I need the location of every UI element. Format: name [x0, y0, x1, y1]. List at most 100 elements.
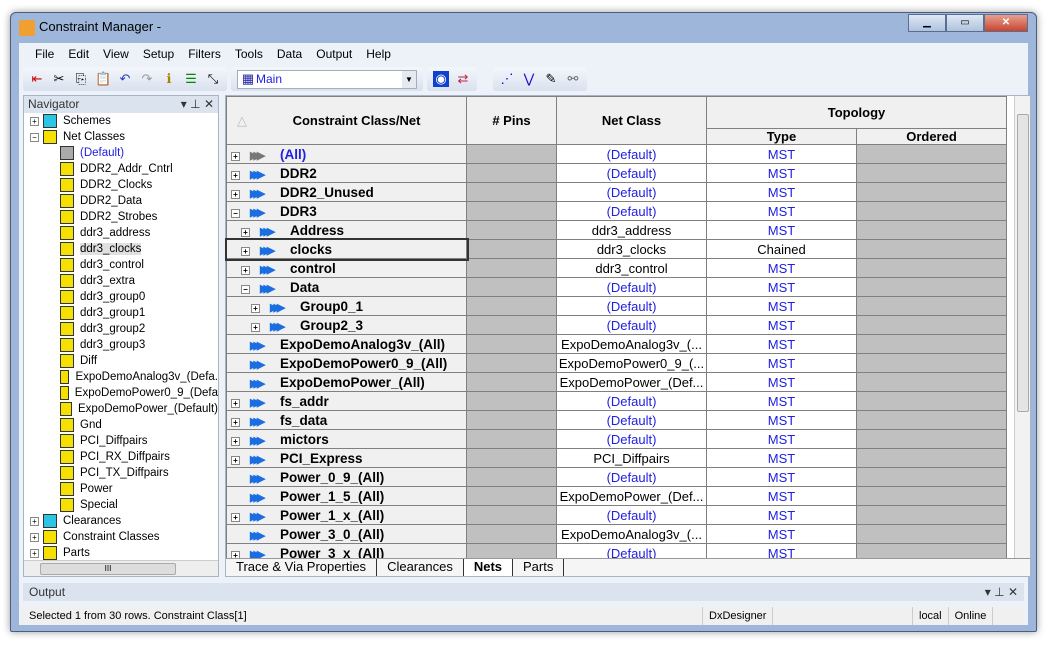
table-row[interactable]: + ▶▶▶ DDR2 (Default) MST [226, 163, 1007, 183]
type-cell[interactable]: MST [706, 277, 857, 297]
name-cell[interactable]: + ▶▶▶ control [226, 258, 467, 278]
type-cell[interactable]: MST [706, 201, 857, 221]
ordered-cell[interactable] [856, 182, 1007, 202]
chevron-down-icon[interactable]: ▼ [402, 70, 416, 88]
tab-parts[interactable]: Parts [513, 559, 565, 576]
type-cell[interactable]: MST [706, 486, 857, 506]
navigator-item[interactable]: Special [24, 497, 218, 513]
type-cell[interactable]: MST [706, 315, 857, 335]
netclass-cell[interactable]: (Default) [556, 410, 707, 430]
ordered-cell[interactable] [856, 334, 1007, 354]
navigator-item[interactable]: ddr3_group1 [24, 305, 218, 321]
pins-cell[interactable] [466, 201, 557, 221]
ordered-cell[interactable] [856, 163, 1007, 183]
navigator-item[interactable]: ddr3_address [24, 225, 218, 241]
menu-setup[interactable]: Setup [143, 47, 174, 65]
expand-icon[interactable]: + [231, 189, 240, 199]
pins-cell[interactable] [466, 486, 557, 506]
ordered-cell[interactable] [856, 353, 1007, 373]
navigator-item[interactable]: DDR2_Data [24, 193, 218, 209]
name-cell[interactable]: − ▶▶▶ Data [226, 277, 467, 297]
type-cell[interactable]: MST [706, 296, 857, 316]
paste-icon[interactable]: 📋 [95, 71, 111, 87]
pins-cell[interactable] [466, 467, 557, 487]
layers-icon[interactable]: ☰ [183, 71, 199, 87]
type-cell[interactable]: MST [706, 163, 857, 183]
pins-cell[interactable] [466, 239, 557, 259]
navigator-item[interactable]: + Clearances [24, 513, 218, 529]
column-header-name[interactable]: △ Constraint Class/Net [226, 96, 467, 145]
table-row[interactable]: ▶▶▶ ExpoDemoPower_(All) ExpoDemoPower_(Def… [226, 372, 1007, 392]
name-cell[interactable]: + ▶▶▶ Group2_3 [226, 315, 467, 335]
table-row[interactable]: + ▶▶▶ fs_addr (Default) MST [226, 391, 1007, 411]
table-row[interactable]: − ▶▶▶ DDR3 (Default) MST [226, 201, 1007, 221]
netclass-cell[interactable]: ExpoDemoPower0_9_(... [556, 353, 707, 373]
column-header-pins[interactable]: # Pins [466, 96, 557, 145]
type-cell[interactable]: MST [706, 372, 857, 392]
ordered-cell[interactable] [856, 258, 1007, 278]
copy-icon[interactable]: ⎘ [73, 71, 89, 87]
name-cell[interactable]: + ▶▶▶ mictors [226, 429, 467, 449]
type-cell[interactable]: MST [706, 467, 857, 487]
menu-help[interactable]: Help [366, 47, 391, 65]
undo-icon[interactable]: ↶ [117, 71, 133, 87]
table-row[interactable]: ▶▶▶ Power_1_5_(All) ExpoDemoPower_(Def... M… [226, 486, 1007, 506]
pins-cell[interactable] [466, 505, 557, 525]
ordered-cell[interactable] [856, 277, 1007, 297]
netclass-cell[interactable]: ExpoDemoPower_(Def... [556, 372, 707, 392]
navigator-item[interactable]: Gnd [24, 417, 218, 433]
pins-cell[interactable] [466, 258, 557, 278]
navigator-item[interactable]: − Net Classes [24, 129, 218, 145]
ordered-cell[interactable] [856, 220, 1007, 240]
expand-icon[interactable]: + [241, 227, 250, 237]
table-row[interactable]: + ▶▶▶ control ddr3_control MST [226, 258, 1007, 278]
netclass-cell[interactable]: (Default) [556, 277, 707, 297]
ordered-cell[interactable] [856, 239, 1007, 259]
name-cell[interactable]: + ▶▶▶ Group0_1 [226, 296, 467, 316]
expand-icon[interactable]: + [30, 532, 39, 542]
type-cell[interactable]: Chained [706, 239, 857, 259]
name-cell[interactable]: ▶▶▶ ExpoDemoPower_(All) [226, 372, 467, 392]
name-cell[interactable]: ▶▶▶ Power_3_0_(All) [226, 524, 467, 544]
navigator-item[interactable]: (Default) [24, 145, 218, 161]
ordered-cell[interactable] [856, 372, 1007, 392]
expand-icon[interactable]: + [251, 322, 260, 332]
pins-cell[interactable] [466, 182, 557, 202]
name-cell[interactable]: + ▶▶▶ Power_1_x_(All) [226, 505, 467, 525]
ordered-cell[interactable] [856, 524, 1007, 544]
exit-icon[interactable]: ⇤ [29, 71, 45, 87]
sync-icon[interactable]: ⇄ [455, 71, 471, 87]
netclass-cell[interactable]: ddr3_clocks [556, 239, 707, 259]
ordered-cell[interactable] [856, 315, 1007, 335]
cut-icon[interactable]: ✂ [51, 71, 67, 87]
netclass-cell[interactable]: ExpoDemoAnalog3v_(... [556, 524, 707, 544]
expand-icon[interactable]: + [231, 512, 240, 522]
pins-cell[interactable] [466, 315, 557, 335]
sheet-combo[interactable]: ▦ Main ▼ [237, 69, 417, 89]
name-cell[interactable]: + ▶▶▶ fs_addr [226, 391, 467, 411]
table-row[interactable]: ▶▶▶ ExpoDemoAnalog3v_(All) ExpoDemoAnalog3… [226, 334, 1007, 354]
menu-file[interactable]: File [35, 47, 54, 65]
netclass-cell[interactable]: PCI_Diffpairs [556, 448, 707, 468]
netclass-cell[interactable]: (Default) [556, 315, 707, 335]
type-cell[interactable]: MST [706, 144, 857, 164]
close-button[interactable]: ✕ [984, 14, 1028, 32]
expand-icon[interactable]: + [231, 417, 240, 427]
pins-cell[interactable] [466, 448, 557, 468]
menu-edit[interactable]: Edit [68, 47, 89, 65]
pins-cell[interactable] [466, 524, 557, 544]
type-cell[interactable]: MST [706, 258, 857, 278]
name-cell[interactable]: + ▶▶▶ DDR2_Unused [226, 182, 467, 202]
name-cell[interactable]: + ▶▶▶ clocks [224, 237, 469, 261]
name-cell[interactable]: ▶▶▶ Power_0_9_(All) [226, 467, 467, 487]
menu-tools[interactable]: Tools [235, 47, 263, 65]
type-cell[interactable]: MST [706, 182, 857, 202]
column-header-netclass[interactable]: Net Class [556, 96, 707, 145]
type-cell[interactable]: MST [706, 334, 857, 354]
navigator-item[interactable]: PCI_TX_Diffpairs [24, 465, 218, 481]
netclass-cell[interactable]: ExpoDemoAnalog3v_(... [556, 334, 707, 354]
menu-output[interactable]: Output [316, 47, 352, 65]
table-row[interactable]: ▶▶▶ ExpoDemoPower0_9_(All) ExpoDemoPower0_… [226, 353, 1007, 373]
info-icon[interactable]: ℹ [161, 71, 177, 87]
column-header-topology[interactable]: Topology [706, 96, 1007, 129]
